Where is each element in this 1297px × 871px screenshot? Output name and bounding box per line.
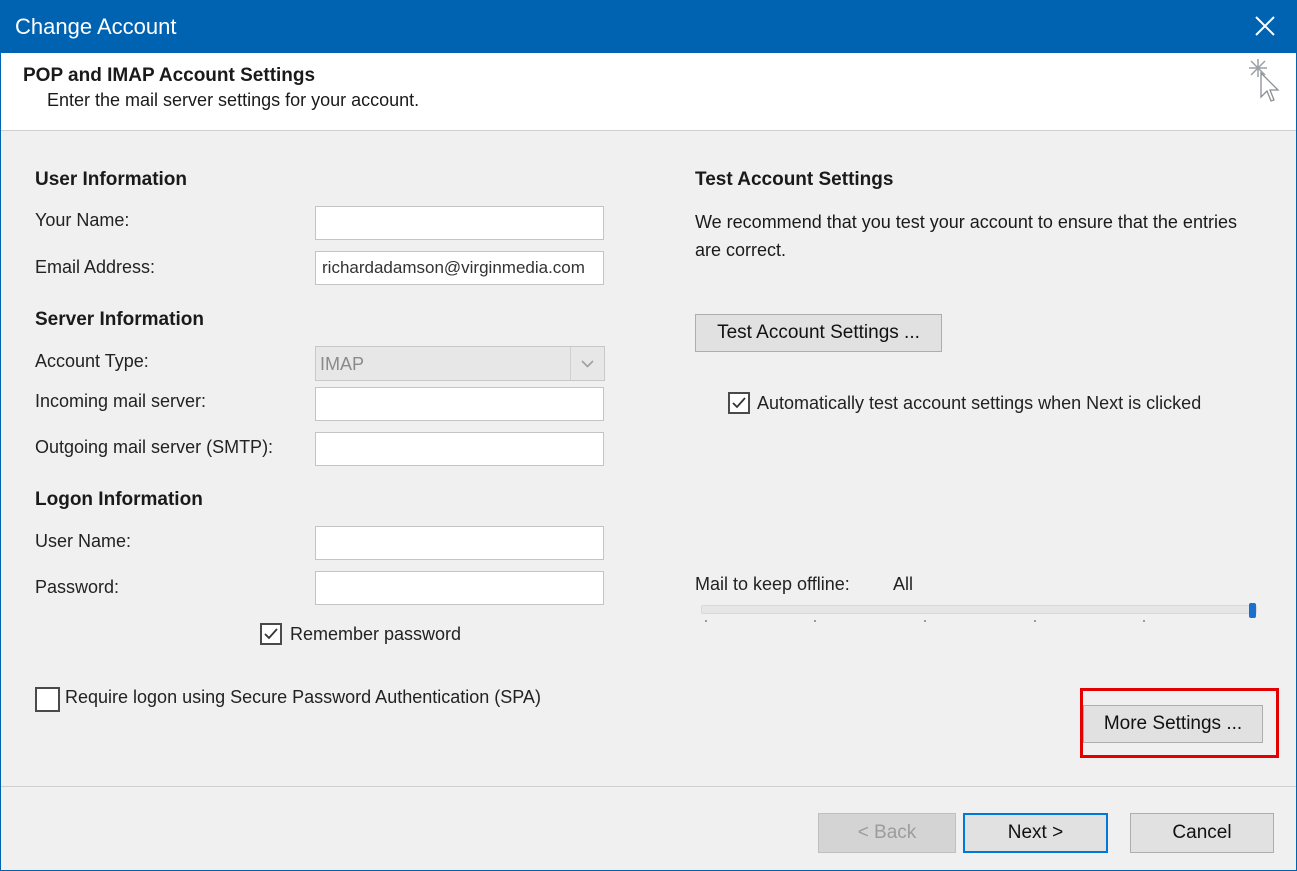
back-button[interactable]: < Back [818,813,956,853]
slider-tick [705,620,707,622]
account-type-select[interactable]: IMAP [315,346,605,381]
password-label: Password: [35,577,120,597]
outgoing-server-input[interactable] [315,432,604,466]
slider-tick [924,620,926,622]
next-button[interactable]: Next > [963,813,1108,853]
auto-test-checkbox[interactable] [728,392,750,414]
spa-checkbox[interactable] [35,687,60,712]
slider-tick [1034,620,1036,622]
footer-divider [1,786,1296,787]
change-account-dialog: Change Account POP and IMAP Account Sett… [0,0,1297,871]
chevron-down-icon [570,347,604,380]
user-name-label: User Name: [35,531,132,551]
server-info-heading: Server Information [35,309,204,330]
window-title: Change Account [15,14,177,39]
remember-password-label: Remember password [290,624,462,644]
remember-password-checkbox[interactable] [260,623,282,645]
password-input[interactable] [315,571,604,605]
incoming-server-label: Incoming mail server: [35,391,207,411]
auto-test-label: Automatically test account settings when… [757,393,1202,413]
close-icon[interactable] [1252,13,1278,39]
highlight-box [1080,688,1279,758]
spa-label: Require logon using Secure Password Auth… [65,687,541,707]
test-account-settings-button[interactable]: Test Account Settings ... [695,314,942,352]
email-address-label: Email Address: [35,257,156,277]
email-address-input[interactable]: richardadamson@virginmedia.com [315,251,604,285]
user-name-input[interactable] [315,526,604,560]
offline-slider-track[interactable] [701,605,1257,614]
checkmark-icon [732,397,746,409]
logon-info-heading: Logon Information [35,489,203,510]
slider-tick [1143,620,1145,622]
offline-value: All [893,574,914,594]
incoming-server-input[interactable] [315,387,604,421]
cursor-sparkle-icon [1246,57,1280,105]
user-info-heading: User Information [35,169,188,190]
cancel-button[interactable]: Cancel [1130,813,1274,853]
checkmark-icon [264,628,278,640]
test-settings-heading: Test Account Settings [695,169,894,190]
account-type-label: Account Type: [35,351,149,371]
dialog-header: POP and IMAP Account Settings Enter the … [1,53,1296,131]
header-subtitle: Enter the mail server settings for your … [47,90,420,110]
header-title: POP and IMAP Account Settings [23,65,316,86]
your-name-label: Your Name: [35,210,130,230]
offline-label: Mail to keep offline: [695,574,850,594]
test-settings-description: We recommend that you test your account … [695,212,1237,260]
outgoing-server-label: Outgoing mail server (SMTP): [35,437,274,457]
slider-tick [814,620,816,622]
title-bar: Change Account [1,1,1296,53]
offline-slider-thumb[interactable] [1249,603,1256,618]
your-name-input[interactable] [315,206,604,240]
account-type-value: IMAP [320,354,365,374]
